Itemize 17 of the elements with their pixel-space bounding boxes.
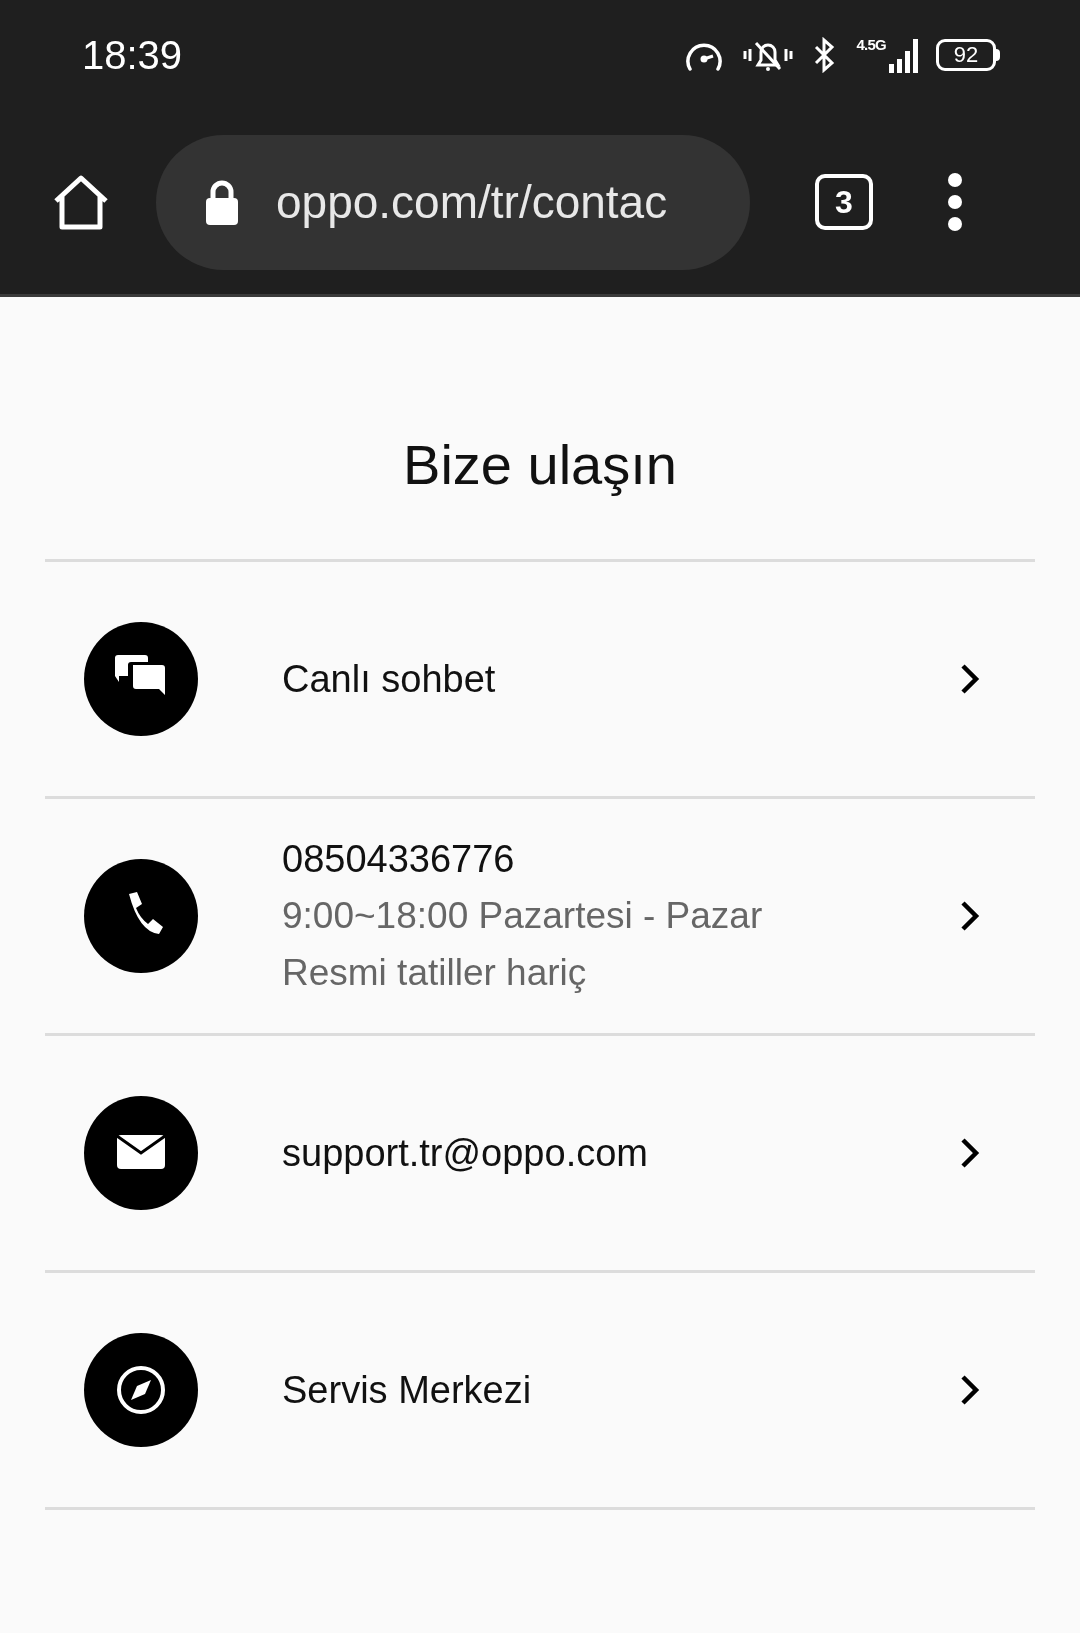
status-time: 18:39 bbox=[82, 32, 183, 79]
contact-link[interactable]: Canlı sohbet bbox=[282, 651, 496, 707]
detail-text: 9:00~18:00 Pazartesi - Pazar bbox=[282, 894, 763, 938]
chevron-icon bbox=[959, 899, 981, 933]
tab-count-button[interactable]: 3 bbox=[815, 174, 873, 230]
battery-indicator: 92 bbox=[936, 39, 1000, 71]
url-text: oppo.com/tr/contac bbox=[276, 174, 668, 230]
detail-text: Resmi tatiller hariç bbox=[282, 951, 587, 995]
lock-icon bbox=[204, 178, 240, 226]
chevron-icon bbox=[959, 1373, 981, 1407]
address-bar[interactable]: oppo.com/tr/contac bbox=[156, 134, 750, 270]
chevron-icon bbox=[959, 662, 981, 696]
contact-link[interactable]: support.tr@oppo.com bbox=[282, 1125, 648, 1181]
contact-link[interactable]: Servis Merkezi bbox=[282, 1362, 532, 1418]
chevron-icon bbox=[959, 1136, 981, 1170]
contact-link[interactable]: 08504336776 bbox=[282, 831, 515, 887]
page-title: Bize ulaşın bbox=[402, 432, 678, 498]
